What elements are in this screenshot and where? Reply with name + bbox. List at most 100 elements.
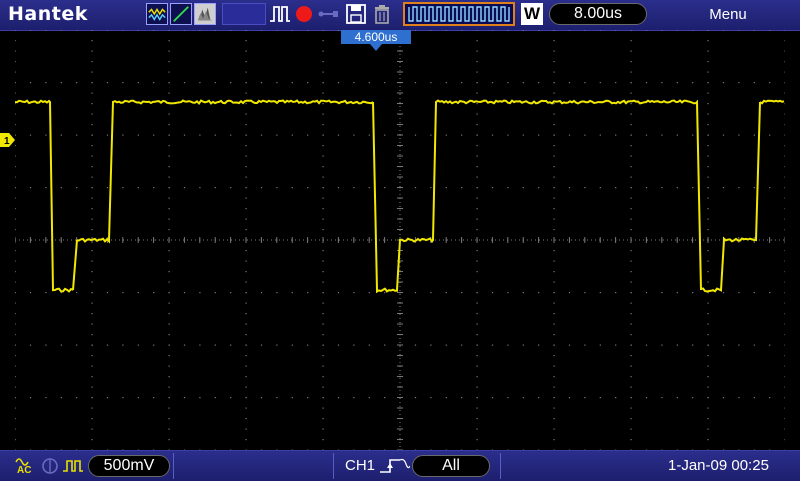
channel-1-level-marker[interactable]: 1: [0, 133, 15, 147]
grid-dot: [784, 71, 785, 73]
record-dot-icon: [292, 3, 316, 25]
grid-dot: [707, 103, 709, 105]
grid-dot: [230, 30, 232, 31]
grid-dot: [645, 30, 648, 31]
grid-dot: [168, 50, 170, 52]
grid-dot: [15, 250, 16, 252]
grid-dot: [106, 187, 109, 189]
trash-icon[interactable]: [370, 3, 394, 25]
grid-dot: [476, 134, 478, 136]
grid-dot: [491, 292, 494, 294]
menu-button[interactable]: Menu: [700, 6, 756, 23]
grid-dot: [476, 323, 478, 325]
grid-dot: [553, 71, 555, 73]
grid-dot: [245, 428, 247, 430]
grid-dot: [553, 407, 555, 409]
grid-dot: [553, 187, 555, 189]
grid-dot: [461, 30, 463, 31]
grid-dot: [322, 355, 324, 357]
grid-dot: [476, 187, 478, 189]
grid-dot: [15, 134, 16, 136]
grid-dot: [553, 313, 555, 315]
grid-dot: [491, 187, 494, 189]
grid-dot: [784, 334, 785, 336]
grid-dot: [553, 134, 555, 136]
grid-dot: [615, 187, 617, 189]
volts-per-div-value[interactable]: 500mV: [88, 455, 170, 477]
grid-dot: [337, 30, 340, 31]
grid-dot: [630, 271, 632, 273]
save-disk-icon[interactable]: [344, 3, 368, 25]
grid-dot: [738, 344, 740, 346]
waveform-display-icon[interactable]: [146, 3, 168, 25]
grid-dot: [476, 439, 478, 441]
grid-dot: [153, 134, 155, 136]
grid-dot: [168, 82, 170, 84]
grid-dot: [153, 344, 155, 346]
grid-dot: [568, 397, 571, 399]
grid-dot: [476, 313, 478, 315]
timebase-value[interactable]: 8.00us: [549, 3, 647, 25]
grid-dot: [199, 187, 201, 189]
grid-dot: [553, 376, 555, 378]
grid-dot: [322, 271, 324, 273]
grid-dot: [507, 344, 509, 346]
grid-dot: [784, 113, 785, 115]
persistence-icon[interactable]: [194, 3, 216, 25]
grid-dot: [445, 134, 447, 136]
grid-dot: [260, 397, 263, 399]
grid-dot: [584, 292, 586, 294]
grid-dot: [707, 208, 709, 210]
grid-dot: [322, 30, 324, 31]
grid-dot: [707, 439, 709, 441]
grid-dot: [630, 260, 632, 262]
grid-dot: [707, 386, 709, 388]
trigger-source[interactable]: CH1: [345, 457, 375, 474]
grid-dot: [91, 166, 93, 168]
line-draw-icon[interactable]: [170, 3, 192, 25]
grid-dot: [784, 271, 785, 273]
grid-dot: [353, 82, 355, 84]
grid-dot: [245, 113, 247, 115]
grid-dot: [337, 292, 340, 294]
grid-dot: [599, 344, 601, 346]
grid-dot: [738, 82, 740, 84]
grid-dot: [245, 61, 247, 63]
grid-dot: [476, 418, 478, 420]
coupling-label: AC: [17, 465, 32, 476]
trigger-mode-value[interactable]: All: [412, 455, 490, 477]
grid-dot: [784, 229, 785, 231]
grid-dot: [106, 292, 109, 294]
grid-dot: [260, 187, 263, 189]
grid-dot: [337, 344, 340, 346]
grid-dot: [245, 229, 247, 231]
grid-dot: [476, 197, 478, 199]
grid-dot: [584, 82, 586, 84]
grid-dot: [214, 292, 216, 294]
grid-dot: [784, 197, 785, 199]
grid-dot: [15, 166, 16, 168]
grid-dot: [168, 302, 170, 304]
rising-edge-trigger-icon[interactable]: [378, 456, 410, 476]
grid-dot: [553, 92, 555, 94]
trigger-position-readout: 4.600us: [341, 30, 411, 44]
brand-logo: Hantek: [8, 3, 88, 25]
grid-dot: [645, 187, 648, 189]
grid-dot: [676, 134, 678, 136]
trigger-position-arrow: [370, 44, 382, 51]
grid-dot: [707, 407, 709, 409]
grid-dot: [322, 113, 324, 115]
grid-dot: [707, 166, 709, 168]
grid-dot: [568, 187, 571, 189]
grid-dot: [630, 61, 632, 63]
grid-dot: [722, 134, 725, 136]
grid-dot: [15, 313, 16, 315]
grid-dot: [430, 397, 432, 399]
grid-dot: [476, 428, 478, 430]
grid-dot: [476, 260, 478, 262]
timebase-wave-icon[interactable]: [403, 2, 515, 26]
grid-dot: [707, 50, 709, 52]
grid-dot: [661, 292, 663, 294]
grid-dot: [245, 176, 247, 178]
grid-dot: [15, 113, 16, 115]
